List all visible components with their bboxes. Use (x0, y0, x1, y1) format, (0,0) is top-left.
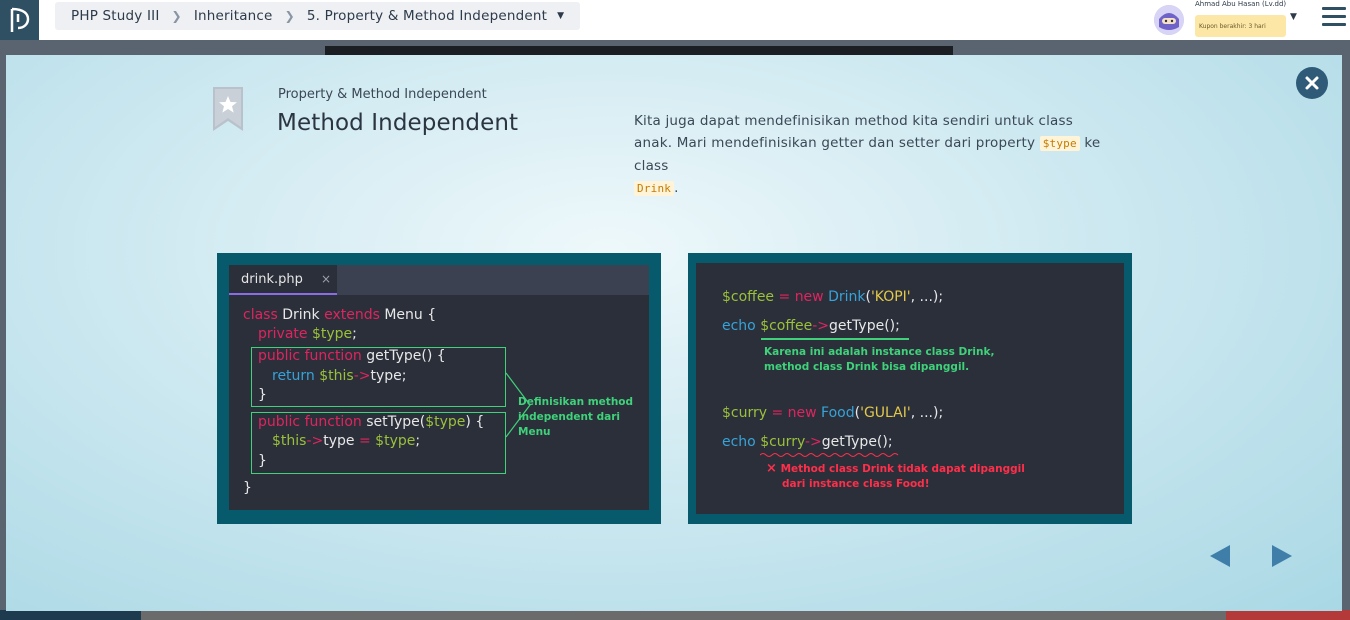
background-footer (141, 610, 1350, 620)
code-line: } (258, 453, 267, 469)
breadcrumb-chapter[interactable]: Inheritance (194, 8, 273, 24)
code-line: } (258, 387, 267, 403)
error-x-icon: × (766, 461, 777, 476)
breadcrumb: PHP Study III ❯ Inheritance ❯ 5. Propert… (55, 2, 581, 30)
chevron-right-icon: ❯ (284, 9, 295, 23)
coupon-badge: Kupon berakhir: 3 hari (1195, 15, 1286, 37)
previous-slide-icon[interactable] (1208, 544, 1232, 568)
next-slide-icon[interactable] (1270, 544, 1294, 568)
code-line: $coffee = new Drink('KOPI', ...); (722, 289, 944, 305)
logo-icon (10, 7, 29, 32)
user-name: Ahmad Abu Hasan (Lv.dd) (1195, 0, 1287, 8)
code-line: private $type; (258, 326, 357, 342)
background-button (1226, 610, 1350, 620)
inline-code: Drink (634, 181, 675, 196)
code-line: $curry = new Food('GULAI', ...); (722, 405, 944, 421)
app-logo[interactable] (0, 0, 39, 40)
ninja-avatar-icon (1154, 5, 1184, 35)
breadcrumb-lesson[interactable]: 5. Property & Method Independent (307, 8, 547, 24)
code-illustration-left: drink.php × class Drink privateextends M… (217, 253, 661, 524)
desc-text: . (674, 180, 679, 196)
error-squiggle (760, 453, 899, 457)
valid-underline (761, 338, 909, 340)
code-line: $this->type = $type; (272, 433, 421, 449)
caret-down-icon[interactable]: ▼ (1290, 12, 1297, 22)
caret-down-icon[interactable]: ▼ (557, 11, 564, 21)
background-sidebar (0, 610, 141, 620)
desc-text: Kita juga dapat mendefinisikan method ki… (634, 113, 1073, 151)
code-line: } (243, 480, 252, 496)
editor-tabbar: drink.php × (229, 265, 649, 295)
bookmark-icon[interactable] (211, 87, 245, 133)
code-line: echo $coffee->getType(); (722, 318, 900, 334)
annotation-note: Karena ini adalah instance class Drink, … (764, 346, 995, 373)
code-line: public function getType() { (258, 348, 446, 364)
avatar[interactable] (1154, 5, 1184, 35)
editor-tab: drink.php × (229, 265, 337, 295)
annotation-note: Definisikan method independent dari Menu (518, 396, 634, 438)
chevron-right-icon: ❯ (171, 9, 182, 23)
inline-code: $type (1039, 136, 1080, 151)
close-icon (1305, 76, 1319, 90)
lesson-title: Method Independent (277, 110, 519, 136)
slide-modal: Property & Method Independent Method Ind… (6, 55, 1342, 611)
top-bar: PHP Study III ❯ Inheritance ❯ 5. Propert… (0, 0, 1350, 40)
close-button[interactable] (1296, 67, 1328, 99)
code-editor: drink.php × class Drink privateextends M… (229, 265, 649, 510)
code-illustration-right: $coffee = new Drink('KOPI', ...); echo $… (688, 253, 1132, 524)
lesson-description: Kita juga dapat mendefinisikan method ki… (634, 110, 1114, 200)
code-line: public function setType($type) { (258, 414, 485, 430)
code-line: return $this->type; (272, 368, 407, 384)
lesson-subtitle: Property & Method Independent (278, 87, 487, 102)
tab-label: drink.php (241, 272, 303, 287)
code-line: echo $curry->getType(); (722, 434, 893, 450)
tab-close-icon: × (321, 272, 332, 286)
breadcrumb-course[interactable]: PHP Study III (71, 8, 160, 24)
code-line: class Drink privateextends Menu { (243, 307, 437, 323)
code-editor: $coffee = new Drink('KOPI', ...); echo $… (696, 263, 1124, 514)
menu-icon[interactable] (1322, 7, 1346, 27)
error-note: × Method class Drink tidak dapat dipangg… (766, 461, 1025, 490)
